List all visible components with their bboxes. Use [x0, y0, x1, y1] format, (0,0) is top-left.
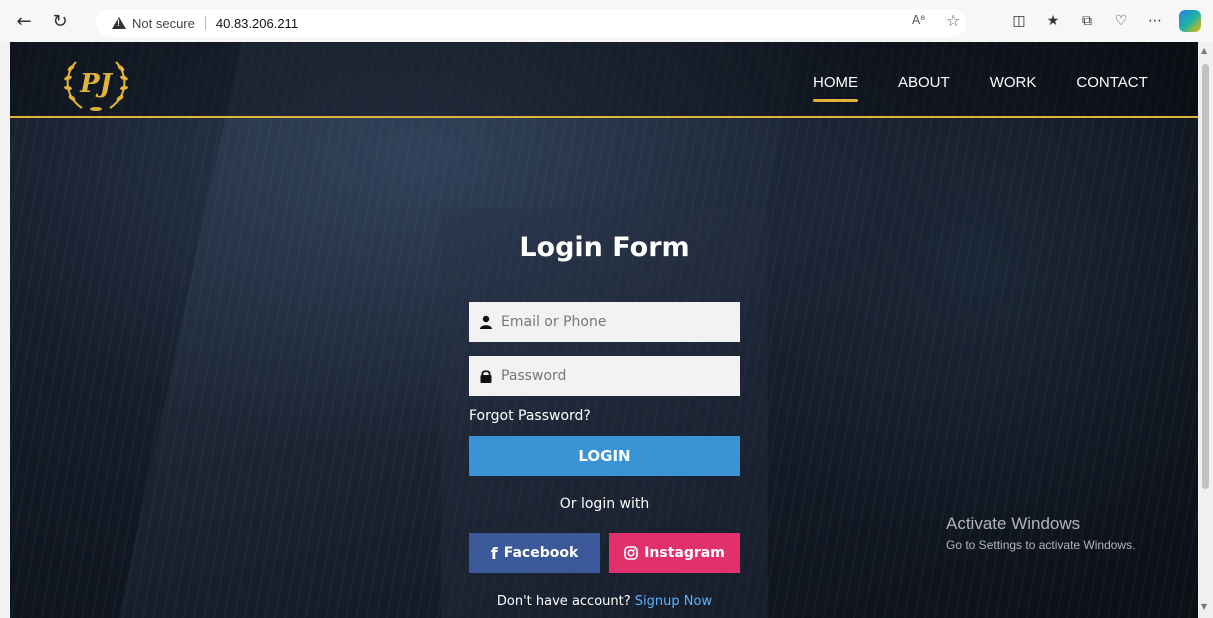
or-login-text: Or login with: [559, 496, 650, 512]
activate-title: Activate Windows: [946, 514, 1081, 533]
nav-work[interactable]: WORK: [990, 74, 1037, 91]
page-scrollbar[interactable]: ▲ ▼: [1198, 42, 1213, 618]
login-title: Login Form: [519, 232, 690, 263]
favorite-icon[interactable]: ☆: [946, 11, 960, 30]
browser-essentials-icon[interactable]: ♡: [1111, 10, 1131, 32]
scroll-up-icon[interactable]: ▲: [1201, 46, 1207, 55]
nav-home[interactable]: HOME: [813, 74, 858, 102]
logo-text: PJ: [80, 69, 112, 99]
password-field[interactable]: [469, 356, 740, 396]
address-bar[interactable]: Not secure 40.83.206.211: [96, 9, 966, 37]
signup-link[interactable]: Signup Now: [635, 594, 712, 609]
warning-icon: [112, 17, 126, 29]
favorites-list-icon[interactable]: ★: [1043, 10, 1063, 32]
main-nav: HOME ABOUT WORK CONTACT: [813, 74, 1148, 102]
user-icon: [480, 315, 492, 329]
facebook-label: Facebook: [503, 545, 579, 561]
site-header: PJ HOME ABOUT WORK CONTACT: [10, 42, 1198, 118]
more-icon[interactable]: ⋯: [1145, 10, 1165, 32]
lock-icon: [480, 370, 492, 383]
site-logo[interactable]: PJ: [60, 54, 132, 114]
email-input[interactable]: [501, 314, 731, 330]
scroll-down-icon[interactable]: ▼: [1201, 602, 1207, 611]
no-account-text: Don't have account?: [496, 594, 631, 609]
toolbar-icons: ◫ ★ ⧉ ♡ ⋯: [1009, 10, 1201, 32]
nav-about[interactable]: ABOUT: [898, 74, 950, 91]
read-aloud-icon[interactable]: A⁸: [912, 13, 925, 27]
security-label[interactable]: Not secure: [132, 16, 195, 31]
signup-row: Don't have account? Signup Now: [441, 594, 768, 609]
address-separator: [204, 16, 206, 30]
nav-contact[interactable]: CONTACT: [1076, 74, 1147, 91]
forgot-password-link[interactable]: Forgot Password?: [469, 408, 591, 424]
instagram-icon: [624, 546, 638, 560]
login-button[interactable]: LOGIN: [469, 436, 740, 476]
copilot-icon[interactable]: [1179, 10, 1201, 32]
instagram-button[interactable]: Instagram: [609, 533, 740, 573]
reload-icon[interactable]: ↻: [46, 7, 74, 35]
login-card: Login Form Forgot Password? LOGIN Or log…: [441, 208, 768, 618]
split-screen-icon[interactable]: ◫: [1009, 10, 1029, 32]
url-text[interactable]: 40.83.206.211: [216, 16, 298, 31]
collections-icon[interactable]: ⧉: [1077, 10, 1097, 32]
email-field[interactable]: [469, 302, 740, 342]
activate-windows-watermark: Activate Windows Go to Settings to activ…: [946, 514, 1135, 552]
instagram-label: Instagram: [644, 545, 725, 561]
scroll-thumb[interactable]: [1202, 64, 1209, 489]
facebook-icon: f: [490, 543, 498, 563]
facebook-button[interactable]: f Facebook: [469, 533, 600, 573]
activate-subtitle: Go to Settings to activate Windows.: [946, 538, 1136, 552]
password-input[interactable]: [501, 368, 731, 384]
browser-toolbar: ← ↻ Not secure 40.83.206.211 A⁸ ☆ ◫ ★ ⧉ …: [0, 0, 1213, 42]
back-icon[interactable]: ←: [10, 7, 38, 35]
